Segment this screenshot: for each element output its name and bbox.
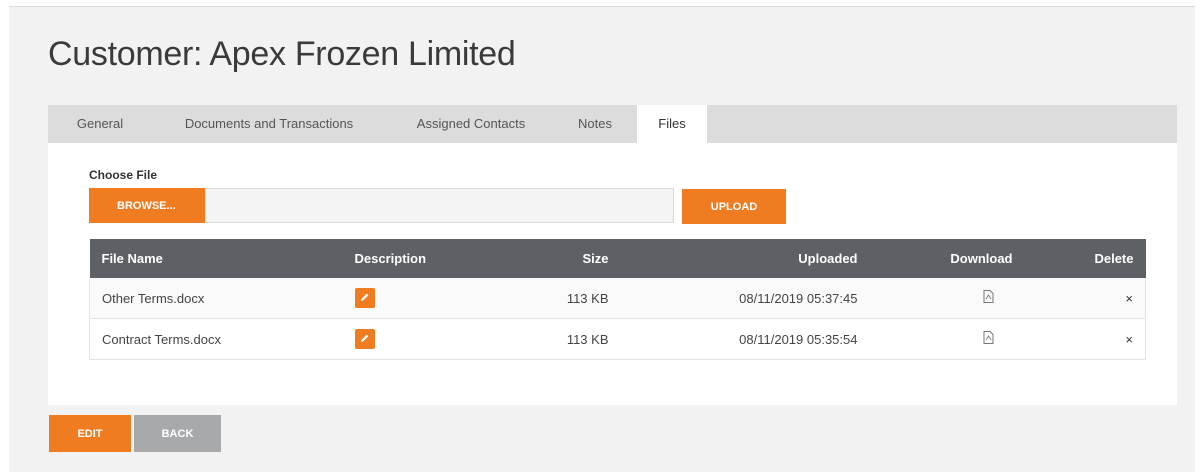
tab-documents-and-transactions[interactable]: Documents and Transactions [164, 105, 374, 143]
edit-button[interactable]: EDIT [49, 415, 131, 452]
page-container: Customer: Apex Frozen Limited General Do… [9, 6, 1195, 472]
tab-bar: General Documents and Transactions Assig… [48, 105, 1177, 143]
upload-button[interactable]: UPLOAD [682, 189, 786, 224]
delete-cell: × [1024, 318, 1146, 360]
delete-icon[interactable]: × [1125, 332, 1133, 347]
choose-file-label: Choose File [89, 168, 158, 182]
column-header-uploaded: Uploaded [620, 239, 870, 278]
delete-icon[interactable]: × [1125, 291, 1133, 306]
uploaded-cell: 08/11/2019 05:37:45 [620, 278, 870, 319]
column-header-file-name: File Name [89, 239, 343, 278]
table-header-row: File Name Description Size Uploaded Down… [89, 239, 1146, 278]
pencil-icon[interactable] [354, 329, 375, 349]
file-path-field[interactable] [205, 188, 674, 223]
uploaded-cell: 08/11/2019 05:35:54 [620, 318, 870, 360]
file-name-cell: Other Terms.docx [89, 278, 343, 319]
files-panel: Choose File BROWSE... UPLOAD File Name D… [48, 143, 1177, 405]
tab-files[interactable]: Files [637, 105, 707, 143]
table-row: Contract Terms.docx 113 KB 08/11/2019 05… [89, 318, 1146, 360]
files-table: File Name Description Size Uploaded Down… [89, 239, 1146, 360]
size-cell: 113 KB [526, 278, 621, 319]
browse-button[interactable]: BROWSE... [89, 188, 205, 223]
tab-assigned-contacts[interactable]: Assigned Contacts [401, 105, 541, 143]
description-cell [342, 318, 527, 360]
column-header-download: Download [869, 239, 1025, 278]
tab-notes[interactable]: Notes [562, 105, 628, 143]
file-download-icon[interactable] [983, 331, 994, 347]
download-cell [869, 278, 1025, 319]
table-row: Other Terms.docx 113 KB 08/11/2019 05:37… [89, 278, 1146, 319]
delete-cell: × [1024, 278, 1146, 319]
description-cell [342, 278, 527, 319]
download-cell [869, 318, 1025, 360]
column-header-description: Description [342, 239, 527, 278]
back-button[interactable]: BACK [134, 415, 221, 452]
tab-general[interactable]: General [65, 105, 135, 143]
file-download-icon[interactable] [983, 290, 994, 306]
pencil-icon[interactable] [354, 288, 375, 308]
size-cell: 113 KB [526, 318, 621, 360]
file-name-cell: Contract Terms.docx [89, 318, 343, 360]
column-header-delete: Delete [1024, 239, 1146, 278]
column-header-size: Size [526, 239, 621, 278]
page-title: Customer: Apex Frozen Limited [48, 35, 516, 73]
